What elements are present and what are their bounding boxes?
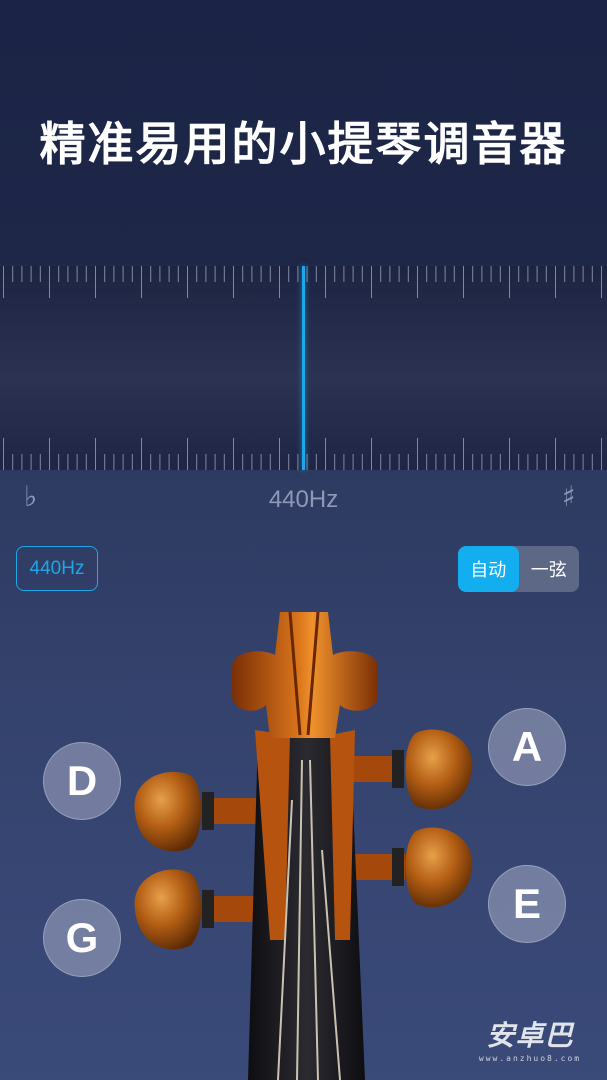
mode-auto-option[interactable]: 自动	[458, 546, 519, 592]
reference-pitch-button[interactable]: 440Hz	[16, 546, 98, 591]
tuning-needle	[302, 266, 305, 470]
peg-left-upper	[134, 771, 275, 852]
mode-toggle[interactable]: 自动 一弦	[458, 546, 579, 592]
page-title: 精准易用的小提琴调音器	[39, 117, 568, 171]
scroll-head	[232, 612, 378, 738]
violin-scroll-illustration	[134, 611, 473, 1080]
watermark: 安卓巴 www.anzhuo8.com	[470, 1014, 590, 1063]
string-d-button[interactable]: D	[43, 742, 121, 820]
watermark-url: www.anzhuo8.com	[478, 1054, 582, 1063]
frequency-readout: 440Hz	[268, 486, 339, 513]
peg-right-lower	[345, 827, 473, 908]
string-g-button[interactable]: G	[43, 899, 121, 977]
string-e-button[interactable]: E	[488, 865, 566, 943]
string-a-button[interactable]: A	[488, 708, 566, 786]
mode-string-one-option[interactable]: 一弦	[519, 546, 580, 592]
watermark-logo: 安卓巴	[486, 1019, 574, 1052]
sharp-icon: ♯	[562, 480, 576, 513]
